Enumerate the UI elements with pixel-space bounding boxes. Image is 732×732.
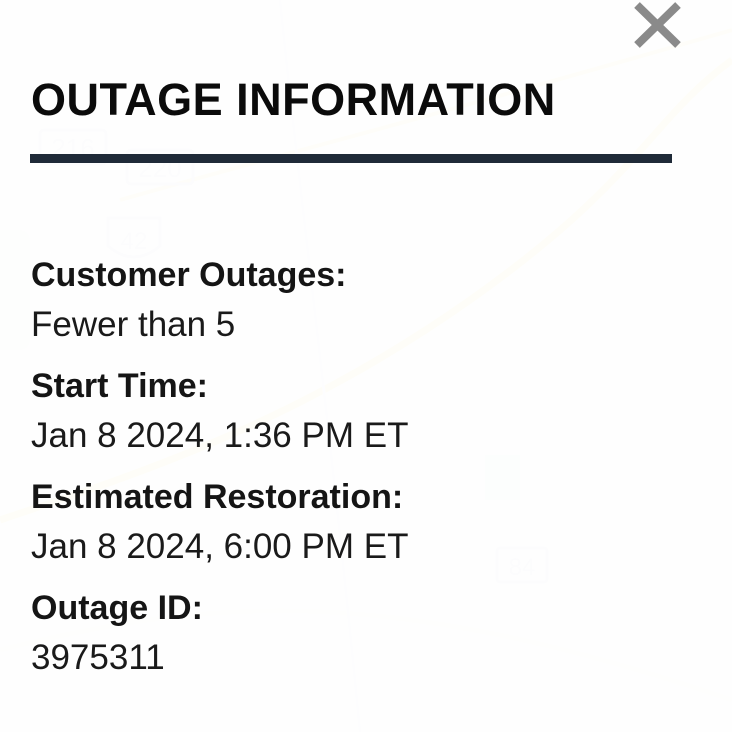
estimated-restoration-label: Estimated Restoration: [31, 478, 404, 516]
outage-id-label: Outage ID: [31, 589, 203, 627]
start-time-label: Start Time: [31, 367, 208, 405]
outage-id-value: 3975311 [31, 638, 165, 677]
popup-title: OUTAGE INFORMATION [31, 74, 556, 125]
estimated-restoration-value: Jan 8 2024, 6:00 PM ET [31, 527, 409, 566]
outage-info-popup: OUTAGE INFORMATION Customer Outages: Few… [0, 0, 732, 732]
close-button[interactable] [630, 0, 686, 50]
title-divider [30, 154, 672, 163]
customer-outages-label: Customer Outages: [31, 256, 347, 294]
close-icon[interactable] [630, 0, 686, 50]
start-time-value: Jan 8 2024, 1:36 PM ET [31, 416, 409, 455]
customer-outages-value: Fewer than 5 [31, 305, 236, 344]
